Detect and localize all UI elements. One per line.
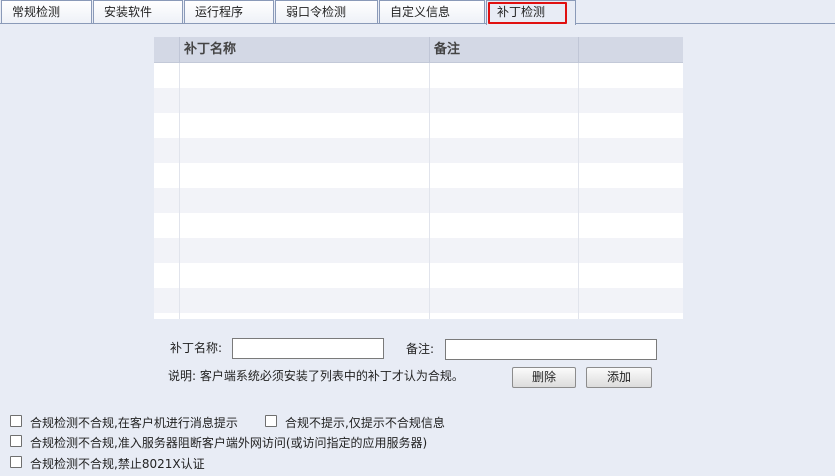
option-block-network-label: 合规检测不合规,准入服务器阻断客户端外网访问(或访问指定的应用服务器) — [30, 436, 428, 450]
patch-list-table[interactable]: 补丁名称 备注 — [154, 37, 683, 319]
remark-label: 备注: — [406, 342, 435, 356]
remark-input[interactable] — [445, 339, 657, 360]
column-divider — [179, 37, 180, 319]
table-row[interactable] — [154, 88, 683, 113]
tab-label: 常规检测 — [12, 5, 61, 19]
option-no-compliance-prompt-checkbox[interactable] — [265, 415, 277, 427]
table-row[interactable] — [154, 288, 683, 313]
option-deny-8021x-label: 合规检测不合规,禁止8021X认证 — [30, 457, 205, 471]
table-row[interactable] — [154, 138, 683, 163]
column-divider — [429, 37, 430, 319]
tab-label: 弱口令检测 — [286, 5, 347, 19]
patch-name-input[interactable] — [232, 338, 384, 359]
option-block-network-checkbox[interactable] — [10, 435, 22, 447]
tab-label: 运行程序 — [195, 5, 244, 19]
tab-label: 补丁检测 — [497, 5, 546, 19]
table-row[interactable] — [154, 163, 683, 188]
table-row[interactable] — [154, 188, 683, 213]
table-row[interactable] — [154, 263, 683, 288]
column-header-patch-name[interactable]: 补丁名称 — [184, 37, 236, 63]
patch-name-label: 补丁名称: — [170, 341, 223, 355]
option-message-prompt-label: 合规检测不合规,在客户机进行消息提示 — [30, 416, 238, 430]
table-row[interactable] — [154, 313, 683, 319]
option-no-compliance-prompt-label: 合规不提示,仅提示不合规信息 — [285, 416, 445, 430]
table-row[interactable] — [154, 238, 683, 263]
tab-patch-check[interactable]: 补丁检测 — [486, 0, 576, 25]
tab-general-check[interactable]: 常规检测 — [1, 0, 92, 23]
tab-installed-software[interactable]: 安装软件 — [93, 0, 183, 23]
column-divider — [429, 37, 430, 63]
column-divider — [179, 37, 180, 63]
description-note: 说明: 客户端系统必须安装了列表中的补丁才认为合规。 — [168, 369, 464, 383]
tab-bar: 常规检测 安装软件 运行程序 弱口令检测 自定义信息 补丁检测 — [0, 0, 835, 25]
add-button[interactable]: 添加 — [586, 367, 652, 388]
option-message-prompt-checkbox[interactable] — [10, 415, 22, 427]
tab-custom-info[interactable]: 自定义信息 — [379, 0, 485, 23]
column-divider — [578, 37, 579, 319]
table-row[interactable] — [154, 113, 683, 138]
tab-weak-password-check[interactable]: 弱口令检测 — [275, 0, 378, 23]
table-row[interactable] — [154, 213, 683, 238]
tab-running-programs[interactable]: 运行程序 — [184, 0, 274, 23]
delete-button[interactable]: 删除 — [512, 367, 576, 388]
tab-label: 安装软件 — [104, 5, 153, 19]
column-header-remark[interactable]: 备注 — [434, 37, 460, 63]
column-divider — [578, 37, 579, 63]
table-header: 补丁名称 备注 — [154, 37, 683, 63]
table-row[interactable] — [154, 63, 683, 88]
tab-label: 自定义信息 — [390, 5, 451, 19]
option-deny-8021x-checkbox[interactable] — [10, 456, 22, 468]
